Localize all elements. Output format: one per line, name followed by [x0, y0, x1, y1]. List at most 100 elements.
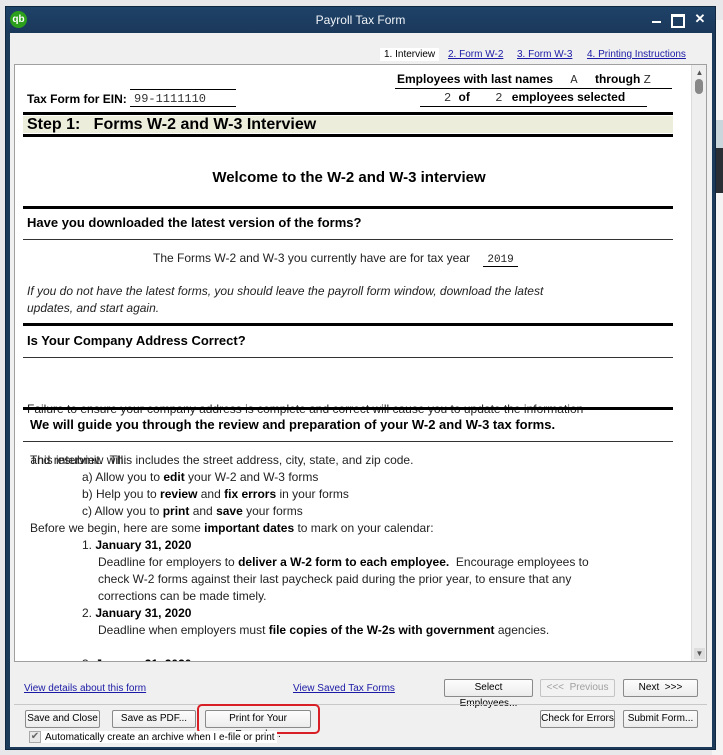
view-saved-tax-forms-link[interactable]: View Saved Tax Forms: [293, 683, 395, 694]
range-from: A: [570, 73, 578, 87]
date-value: January 31, 2020: [95, 538, 192, 552]
ein-label: Tax Form for EIN:: [27, 92, 127, 106]
select-employees-button[interactable]: Select Employees...: [444, 679, 533, 709]
ein-value: 99-1111110: [130, 89, 236, 107]
divider: [23, 441, 673, 442]
divider: [23, 323, 673, 326]
guide-item: c) Allow you to print and save your form…: [82, 503, 349, 520]
divider: [23, 134, 673, 137]
employees-selected: 2 of 2 employees selected: [420, 90, 647, 107]
item-text: c) Allow you to: [82, 504, 163, 518]
download-note: If you do not have the latest forms, you…: [27, 283, 543, 317]
archive-option[interactable]: ✔ Automatically create an archive when I…: [29, 731, 277, 743]
selected-count: 2: [444, 91, 452, 105]
save-as-pdf-button[interactable]: Save as PDF...: [112, 710, 196, 728]
desc-bold: file copies of the W-2s with government: [268, 623, 495, 637]
minimize-icon[interactable]: [649, 11, 663, 27]
payroll-tax-form-window: qb Payroll Tax Form ✕ 1. Interview 2. Fo…: [5, 6, 716, 750]
tab-interview[interactable]: 1. Interview: [380, 48, 440, 61]
dates-intro-text: to mark on your calendar:: [294, 521, 434, 535]
divider: [23, 206, 673, 209]
employees-label: Employees with last names: [397, 72, 554, 86]
tax-year-text: The Forms W-2 and W-3 you currently have…: [153, 251, 471, 265]
form-content-pane[interactable]: Tax Form for EIN: 99-1111110 Employees w…: [14, 64, 707, 662]
dates-intro-text: Before we begin, here are some: [30, 521, 205, 535]
item-bold: fix errors: [224, 487, 277, 501]
dates-intro-bold: important dates: [204, 521, 295, 535]
of-label: of: [458, 90, 470, 104]
guide-list: a) Allow you to edit your W-2 and W-3 fo…: [82, 469, 349, 520]
item-text: your forms: [242, 504, 303, 518]
divider: [23, 112, 673, 115]
tab-form-w3[interactable]: 3. Form W-3: [517, 49, 572, 60]
archive-checkbox-label: Automatically create an archive when I e…: [45, 731, 275, 743]
close-icon[interactable]: ✕: [693, 11, 707, 27]
download-note-line2: updates, and start again.: [27, 301, 160, 315]
previous-button[interactable]: <<< Previous: [540, 679, 615, 697]
tax-year-value: 2019: [483, 254, 518, 267]
scroll-thumb[interactable]: [695, 79, 703, 94]
date-item-3: 3. January 31, 2020: [82, 656, 191, 661]
divider: [23, 239, 673, 240]
date-desc: check W-2 forms against their last paych…: [98, 572, 572, 586]
scroll-down-arrow-icon[interactable]: ▼: [694, 648, 705, 659]
save-and-close-button[interactable]: Save and Close: [25, 710, 100, 728]
highlight-annotation: [197, 704, 320, 734]
step-title: Step 1: Forms W-2 and W-3 Interview: [27, 116, 317, 133]
item-bold: edit: [163, 470, 185, 484]
employee-range: Employees with last names A through Z: [395, 72, 672, 89]
submit-form-button[interactable]: Submit Form...: [623, 710, 698, 728]
window-title: Payroll Tax Form: [315, 13, 406, 27]
tab-form-w2[interactable]: 2. Form W-2: [448, 49, 503, 60]
item-text: and: [197, 487, 225, 501]
form-tabs: 1. Interview 2. Form W-2 3. Form W-3 4. …: [10, 33, 712, 63]
title-bar[interactable]: qb Payroll Tax Form ✕: [6, 7, 715, 33]
date-value: January 31, 2020: [95, 657, 191, 661]
through-label: through: [594, 72, 641, 86]
tax-year-row: The Forms W-2 and W-3 you currently have…: [153, 250, 518, 269]
divider: [23, 407, 673, 410]
scroll-up-arrow-icon[interactable]: ▲: [694, 67, 705, 78]
divider: [23, 357, 673, 358]
date-number: 1.: [82, 538, 93, 552]
footer-separator: [14, 704, 707, 705]
window-client-area: 1. Interview 2. Form W-2 3. Form W-3 4. …: [10, 33, 712, 747]
date-item-1: 1. January 31, 2020 Deadline for employe…: [82, 537, 589, 605]
selected-label: employees selected: [511, 90, 626, 104]
desc-text: agencies.: [494, 623, 550, 637]
date-desc: Deadline for employers to deliver a W-2 …: [82, 554, 589, 571]
item-bold: review: [160, 487, 198, 501]
archive-checkbox[interactable]: ✔: [29, 731, 41, 743]
download-note-line1: If you do not have the latest forms, you…: [27, 284, 544, 298]
desc-text: Encourage employees to: [449, 555, 589, 569]
maximize-icon[interactable]: [671, 11, 685, 27]
item-text: a) Allow you to: [82, 470, 164, 484]
total-count: 2: [495, 91, 503, 105]
guide-intro: This interview will:: [30, 453, 127, 467]
view-details-link[interactable]: View details about this form: [24, 683, 146, 694]
date-item-2: 2. January 31, 2020 Deadline when employ…: [82, 605, 549, 639]
welcome-heading: Welcome to the W-2 and W-3 interview: [212, 169, 486, 186]
guide-item: a) Allow you to edit your W-2 and W-3 fo…: [82, 469, 349, 486]
item-text: and: [189, 504, 217, 518]
item-text: b) Help you to: [82, 487, 161, 501]
tab-printing-instructions[interactable]: 4. Printing Instructions: [587, 49, 686, 60]
guide-heading: We will guide you through the review and…: [30, 417, 556, 432]
vertical-scrollbar[interactable]: ▲ ▼: [691, 65, 706, 661]
date-desc: Deadline when employers must file copies…: [82, 622, 549, 639]
item-bold: print: [162, 504, 190, 518]
address-heading: Is Your Company Address Correct?: [27, 333, 246, 348]
guide-item: b) Help you to review and fix errors in …: [82, 486, 349, 503]
window-controls: ✕: [649, 11, 707, 27]
date-number: 2.: [82, 606, 93, 620]
desc-text: Deadline for employers to: [98, 555, 239, 569]
date-number: 3.: [82, 657, 92, 661]
desc-text: Deadline when employers must: [98, 623, 269, 637]
desc-bold: deliver a W-2 form to each employee.: [238, 555, 450, 569]
item-text: in your forms: [276, 487, 349, 501]
item-text: your W-2 and W-3 forms: [184, 470, 319, 484]
next-button[interactable]: Next >>>: [623, 679, 698, 697]
check-for-errors-button[interactable]: Check for Errors: [540, 710, 615, 728]
range-to: Z: [643, 73, 651, 87]
date-value: January 31, 2020: [95, 606, 192, 620]
